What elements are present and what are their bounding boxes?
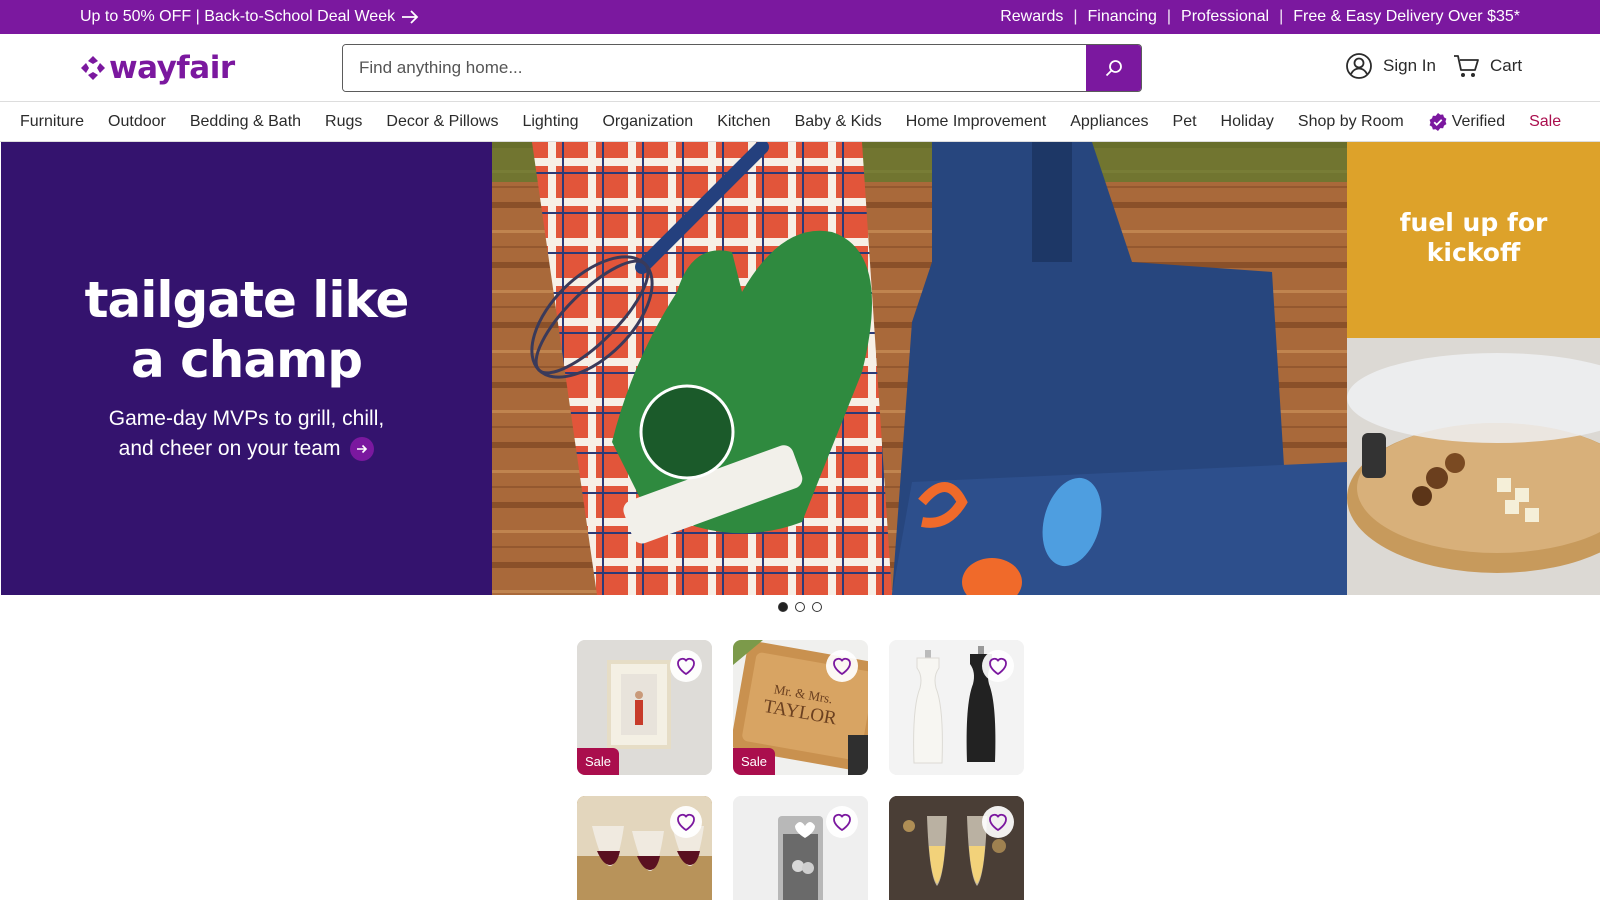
hero-subtitle-line2-wrap: and cheer on your team [1, 434, 492, 464]
tailgate-products-illustration [492, 142, 1347, 595]
snack-tray-photo [1347, 338, 1600, 595]
user-icon [1346, 53, 1372, 79]
carousel-dots [778, 602, 822, 612]
financing-link[interactable]: Financing [1088, 8, 1157, 26]
sign-in-label: Sign In [1383, 56, 1436, 75]
wayfair-pinwheel-icon [81, 56, 105, 80]
product-card[interactable] [733, 796, 868, 900]
nav-item-sale[interactable]: Sale [1529, 113, 1561, 131]
heart-icon [989, 813, 1007, 831]
product-card[interactable] [889, 640, 1024, 775]
sale-badge: Sale [733, 748, 776, 775]
hero-title-line2: a champ [130, 331, 363, 389]
hero-side-panel[interactable]: fuel up for kickoff [1347, 142, 1600, 595]
promo-deal-text: Up to 50% OFF | Back-to-School Deal Week [80, 8, 396, 25]
hero-arrow-button[interactable] [350, 437, 375, 462]
favorite-button[interactable] [982, 806, 1014, 838]
search-button[interactable] [1086, 45, 1141, 91]
divider: | [1073, 8, 1078, 25]
cart-icon [1454, 55, 1479, 77]
wayfair-logo[interactable]: wayfair [80, 48, 235, 88]
nav-item-holiday[interactable]: Holiday [1221, 113, 1274, 131]
nav-item-furniture[interactable]: Furniture [20, 113, 84, 131]
professional-link[interactable]: Professional [1181, 8, 1269, 26]
logo-wordmark: wayfair [109, 50, 235, 86]
side-promo-header: fuel up for kickoff [1347, 142, 1600, 338]
nav-item-shop-by-room[interactable]: Shop by Room [1298, 113, 1404, 131]
nav-item-lighting[interactable]: Lighting [522, 113, 578, 131]
hero-title: tailgate like a champ [1, 270, 492, 390]
side-promo-title-line1: fuel up for [1399, 208, 1548, 237]
hero-subtitle: Game-day MVPs to grill, chill, and cheer… [1, 404, 492, 464]
nav-item-organization[interactable]: Organization [602, 113, 693, 131]
product-card[interactable]: Sale [577, 640, 712, 775]
nav-item-outdoor[interactable]: Outdoor [108, 113, 166, 131]
hero-subtitle-line1: Game-day MVPs to grill, chill, [108, 407, 385, 430]
nav-item-appliances[interactable]: Appliances [1070, 113, 1148, 131]
hero-text-panel: tailgate like a champ Game-day MVPs to g… [1, 142, 492, 595]
product-card[interactable] [889, 796, 1024, 900]
site-header: wayfair Sign In Cart [0, 34, 1600, 102]
verified-label: Verified [1451, 112, 1506, 130]
snack-tray-illustration [1347, 338, 1600, 595]
nav-item-baby-kids[interactable]: Baby & Kids [795, 113, 882, 131]
carousel-dot-2[interactable] [795, 602, 805, 612]
nav-item-kitchen[interactable]: Kitchen [717, 113, 770, 131]
product-card[interactable] [577, 796, 712, 900]
cart-label: Cart [1490, 56, 1523, 75]
cart-button[interactable]: Cart [1452, 52, 1522, 80]
search-input[interactable] [343, 45, 1086, 91]
nav-item-verified[interactable]: Verified [1428, 112, 1505, 132]
rewards-link[interactable]: Rewards [1000, 8, 1063, 26]
carousel-dot-1[interactable] [778, 602, 788, 612]
hero-product-photo [492, 142, 1347, 595]
search-icon [1105, 60, 1122, 77]
arrow-right-icon [357, 445, 368, 454]
carousel-dot-3[interactable] [812, 602, 822, 612]
heart-icon [677, 657, 695, 675]
nav-item-home-improvement[interactable]: Home Improvement [906, 113, 1047, 131]
utility-links: Rewards | Financing | Professional | Fre… [1000, 8, 1520, 26]
verified-badge-icon [1429, 112, 1447, 131]
nav-item-rugs[interactable]: Rugs [325, 113, 362, 131]
sign-in-button[interactable]: Sign In [1345, 52, 1436, 80]
sale-badge: Sale [577, 748, 620, 775]
nav-item-bedding-bath[interactable]: Bedding & Bath [190, 113, 301, 131]
search-bar [342, 44, 1142, 92]
side-promo-title-line2: kickoff [1426, 238, 1521, 267]
arrow-right-icon [402, 10, 419, 24]
free-delivery-link[interactable]: Free & Easy Delivery Over $35* [1293, 8, 1520, 26]
product-card[interactable]: Mr. & Mrs. TAYLOR Sale [733, 640, 868, 775]
hero-banner[interactable]: tailgate like a champ Game-day MVPs to g… [1, 142, 1600, 595]
heart-icon [833, 813, 851, 831]
heart-icon [989, 657, 1007, 675]
nav-item-decor-pillows[interactable]: Decor & Pillows [386, 113, 498, 131]
favorite-button[interactable] [826, 650, 858, 682]
hero-subtitle-line2: and cheer on your team [118, 437, 341, 460]
category-nav: Furniture Outdoor Bedding & Bath Rugs De… [0, 102, 1600, 142]
favorite-button[interactable] [982, 650, 1014, 682]
favorite-button[interactable] [826, 806, 858, 838]
divider: | [1279, 8, 1284, 25]
promo-bar: Up to 50% OFF | Back-to-School Deal Week… [0, 0, 1600, 34]
side-promo-title: fuel up for kickoff [1347, 208, 1600, 268]
hero-title-line1: tailgate like [84, 271, 410, 329]
heart-icon [677, 813, 695, 831]
divider: | [1166, 8, 1172, 25]
nav-item-pet[interactable]: Pet [1173, 113, 1197, 131]
favorite-button[interactable] [670, 806, 702, 838]
favorite-button[interactable] [670, 650, 702, 682]
promo-deal-link[interactable]: Up to 50% OFF | Back-to-School Deal Week [80, 8, 419, 26]
heart-icon [833, 657, 851, 675]
